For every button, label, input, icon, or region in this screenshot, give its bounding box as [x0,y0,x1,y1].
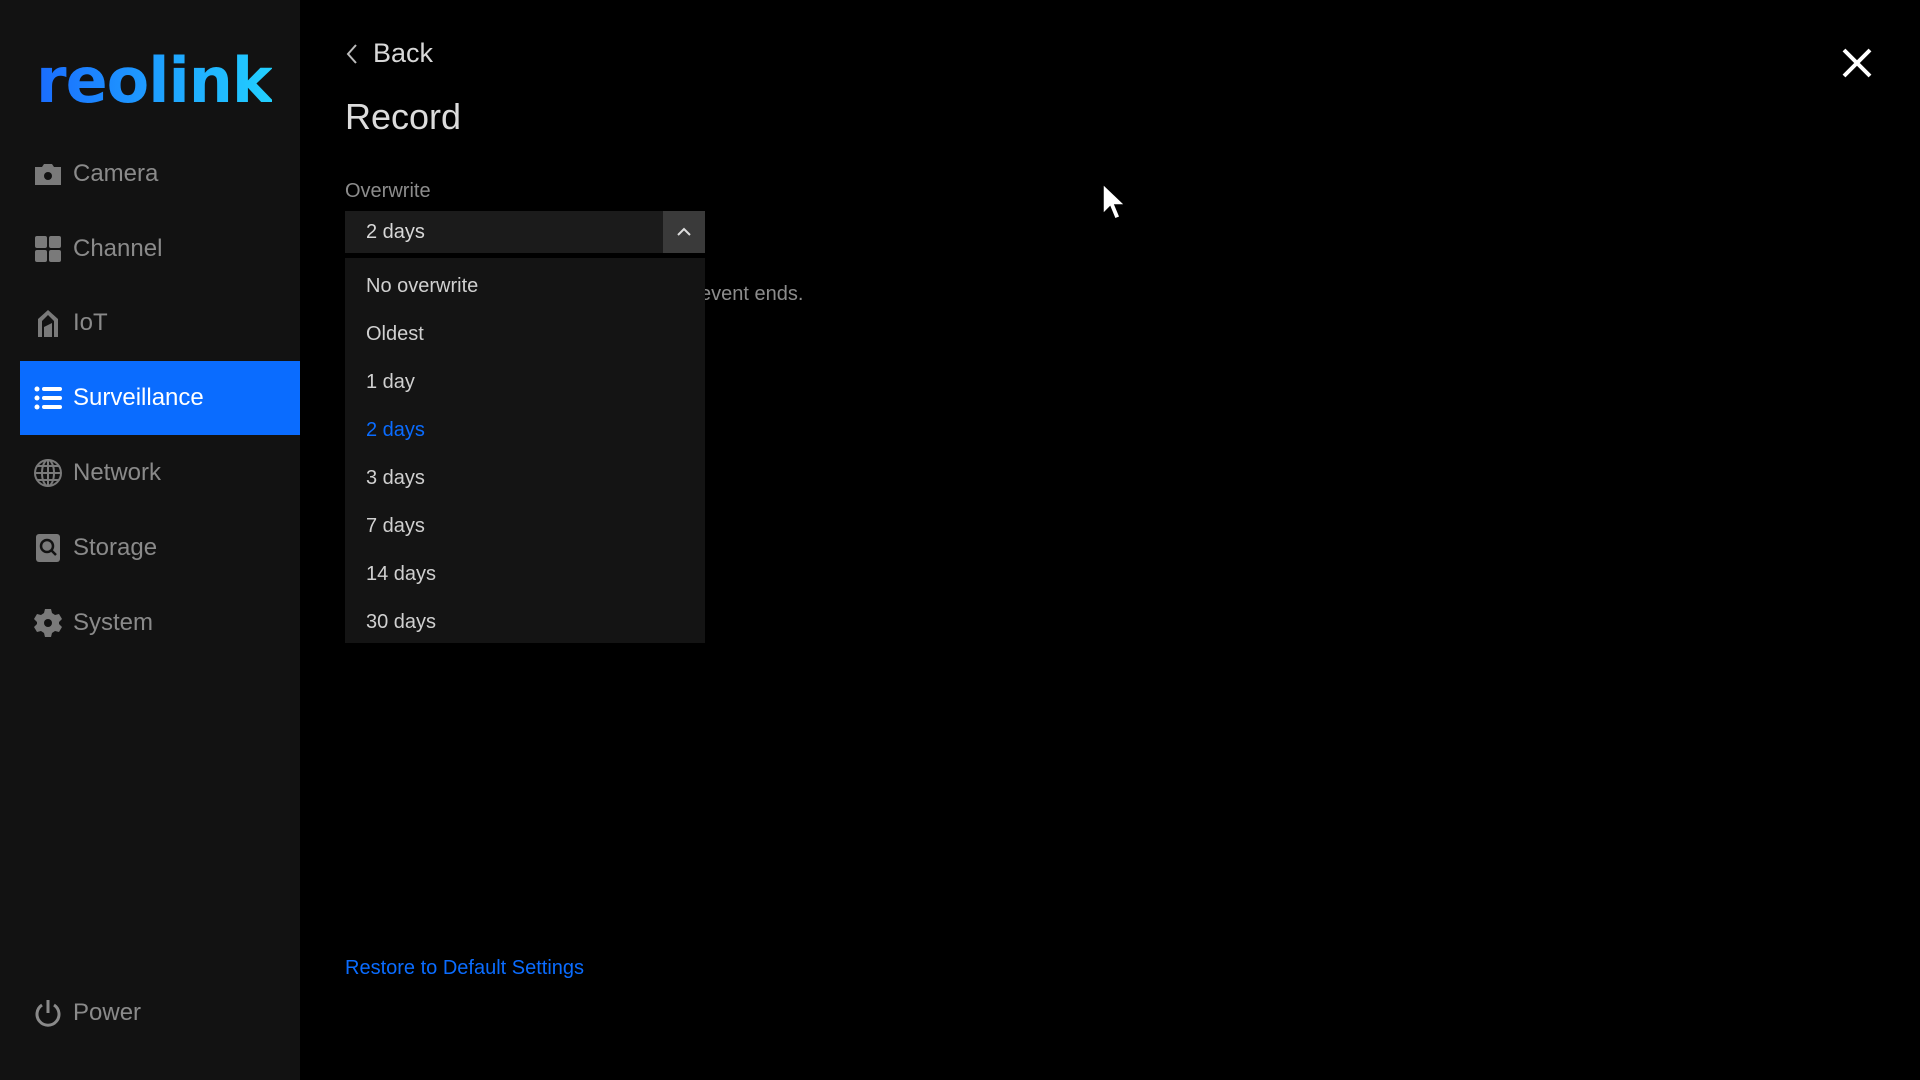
option-14-days[interactable]: 14 days [345,550,705,598]
close-icon[interactable] [1840,46,1874,80]
overwrite-value: 2 days [366,220,425,243]
sidebar-item-label: Channel [73,235,163,262]
chevron-left-icon [346,43,357,64]
sidebar-item-label: Storage [73,534,158,561]
sidebar-item-label: IoT [73,309,108,336]
sidebar-item-network[interactable]: Network [20,436,300,510]
back-label: Back [373,38,434,68]
gear-icon [34,609,62,637]
camera-icon [35,164,61,185]
option-3-days[interactable]: 3 days [345,454,705,502]
overwrite-select[interactable]: 2 days [345,211,705,253]
option-2-days[interactable]: 2 days [345,406,705,454]
power-icon [35,1000,61,1027]
overwrite-label: Overwrite [345,180,431,202]
mouse-cursor-icon [1102,182,1127,220]
sidebar-item-camera[interactable]: Camera [20,137,300,211]
back-button[interactable]: Back [345,38,433,69]
option-no-overwrite[interactable]: No overwrite [345,262,705,310]
sidebar-item-label: Camera [73,160,159,187]
sidebar-item-system[interactable]: System [20,586,300,660]
sidebar-item-label: Network [73,459,162,486]
restore-defaults-link[interactable]: Restore to Default Settings [345,957,584,980]
chevron-up-icon [677,227,691,236]
globe-icon [34,459,62,487]
sidebar: reolink Camera Channel IoT Surveillance … [0,0,300,1080]
option-30-days[interactable]: 30 days [345,598,705,646]
sidebar-item-channel[interactable]: Channel [20,212,300,286]
option-1-day[interactable]: 1 day [345,358,705,406]
channel-grid-icon [35,236,61,262]
page-title: Record [345,96,462,137]
list-icon [34,386,62,410]
hint-text: event ends. [700,283,804,305]
sidebar-item-label: Surveillance [73,384,204,411]
sidebar-item-label: System [73,609,154,636]
sidebar-item-iot[interactable]: IoT [20,286,300,360]
overwrite-dropdown-menu: No overwrite Oldest 1 day 2 days 3 days … [345,258,705,643]
option-oldest[interactable]: Oldest [345,310,705,358]
sidebar-item-surveillance[interactable]: Surveillance [20,361,300,435]
option-7-days[interactable]: 7 days [345,502,705,550]
iot-house-icon [38,310,58,337]
sidebar-item-storage[interactable]: Storage [20,511,300,585]
storage-icon [36,534,60,562]
dropdown-toggle[interactable] [663,211,705,253]
power-button[interactable]: Power [20,976,300,1050]
power-label: Power [73,999,142,1026]
reolink-logo: reolink [36,44,273,117]
